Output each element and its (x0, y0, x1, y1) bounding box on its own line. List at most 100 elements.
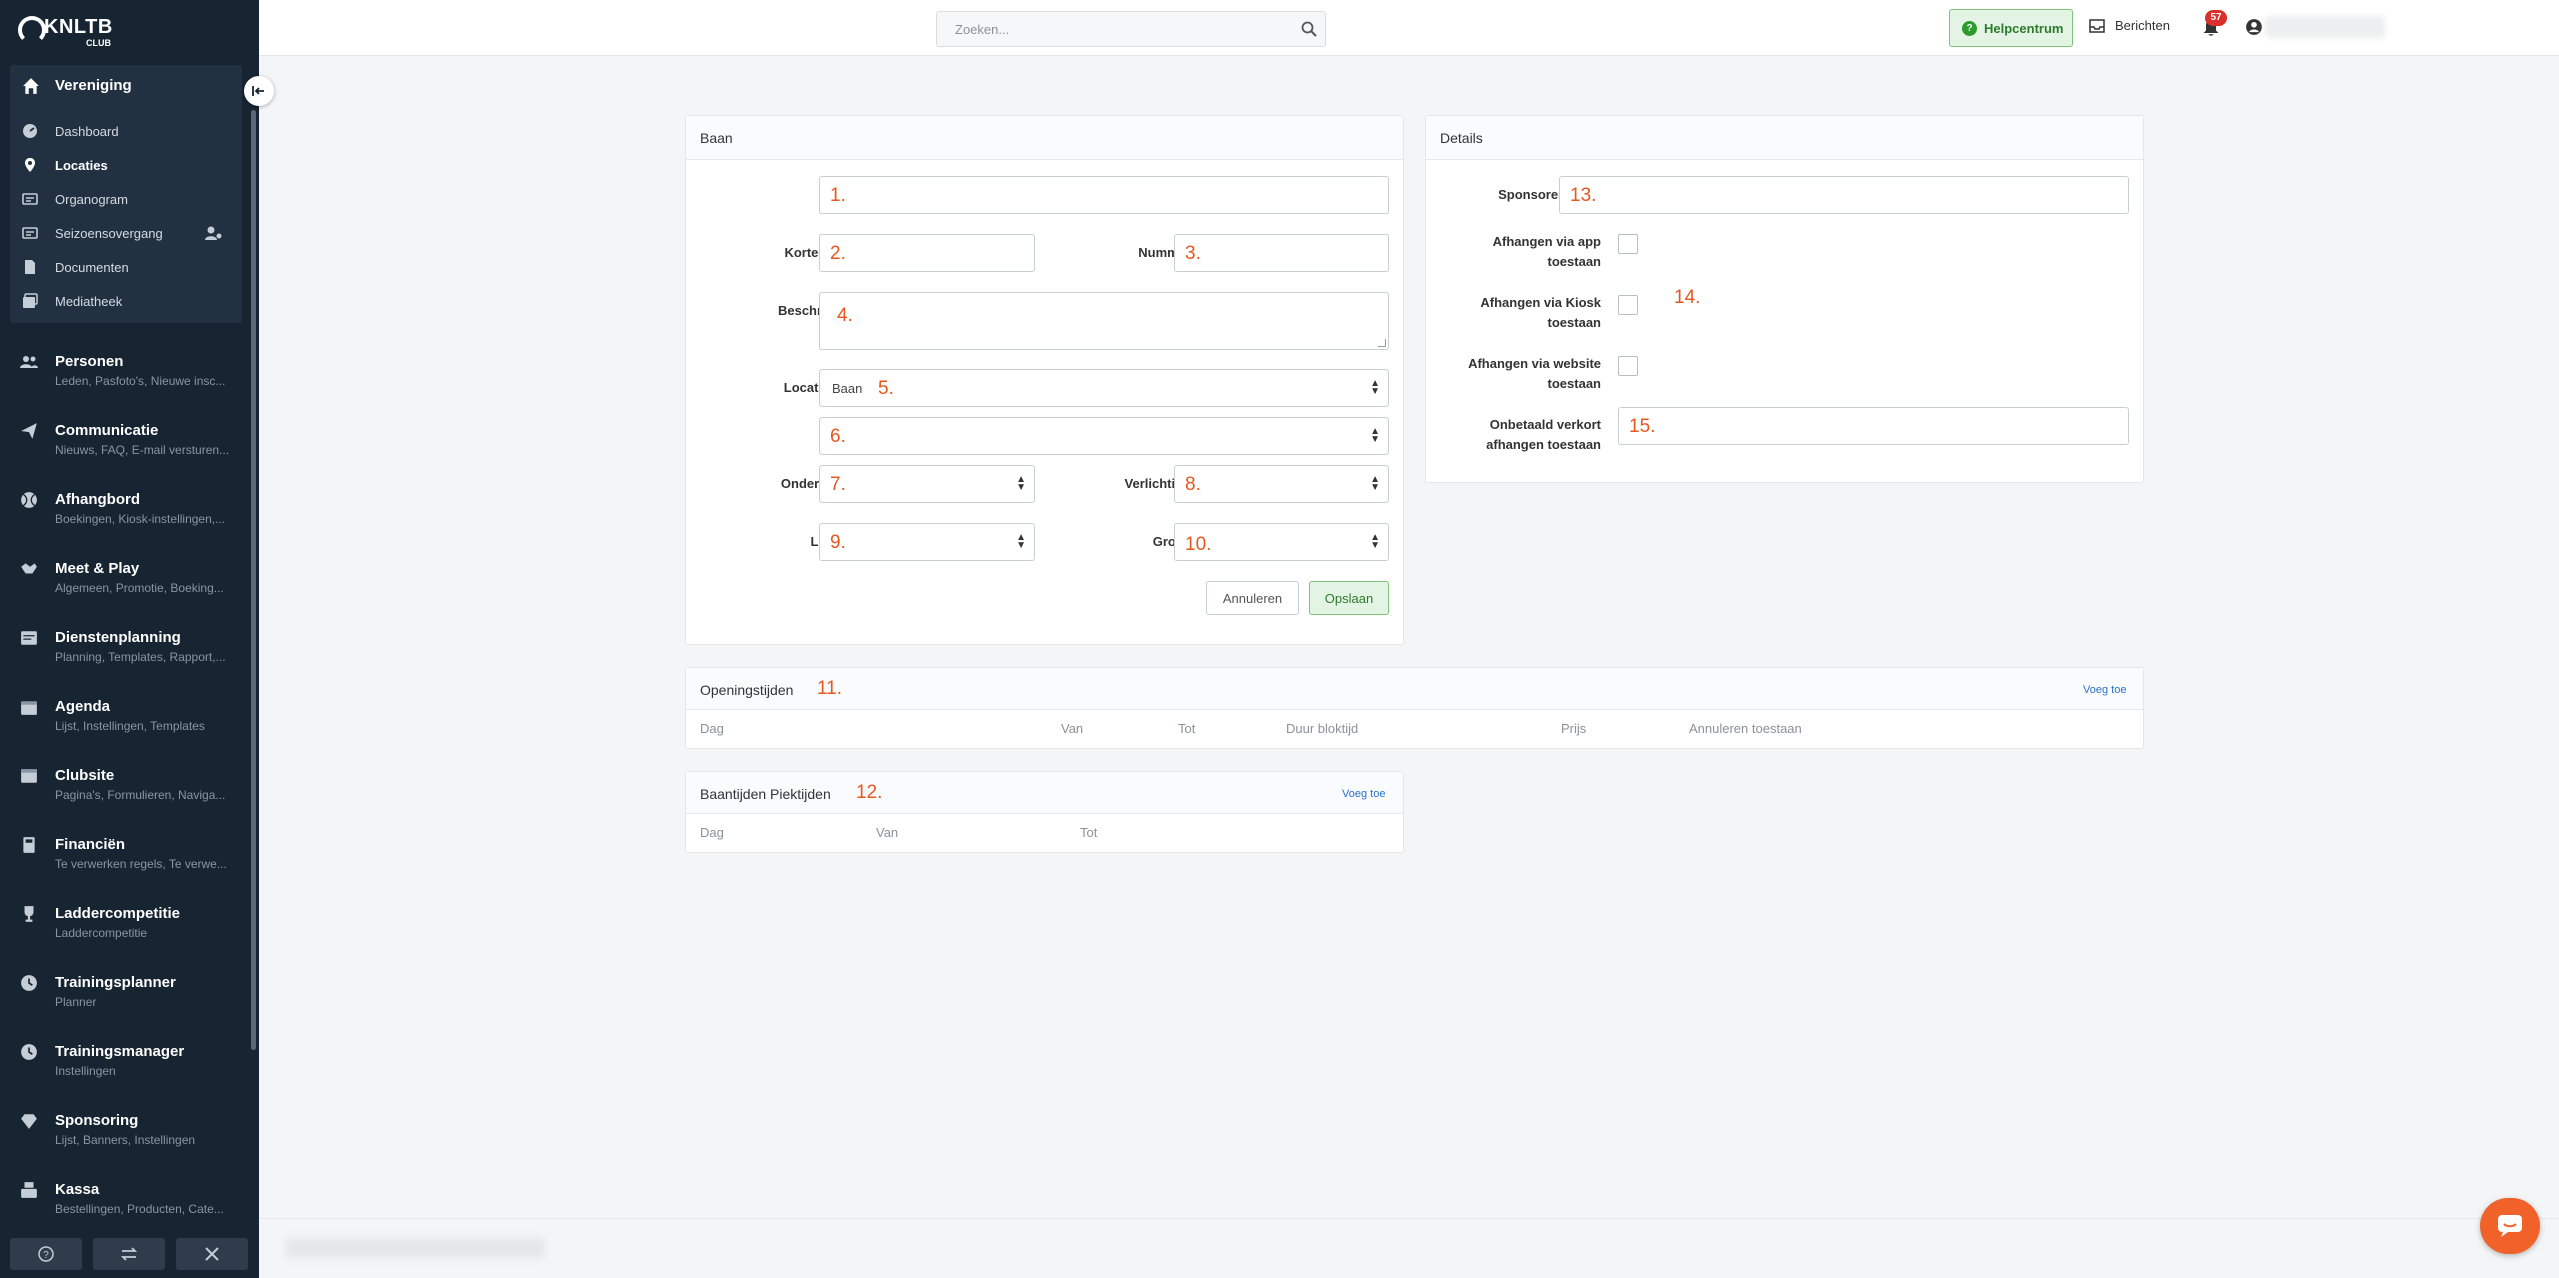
chat-button[interactable] (2480, 1198, 2540, 1254)
sponsoren-label: Sponsoren (1498, 187, 1566, 202)
ondergrond-select[interactable]: 7. ▲ ▼ (819, 465, 1035, 503)
afhangen-website-checkbox[interactable] (1618, 356, 1638, 376)
nummer-value: 3. (1185, 243, 1201, 264)
sidebar-item-desc: Planning, Templates, Rapport,... (55, 650, 226, 664)
sidebar-item-communicatie[interactable]: Communicatie Nieuws, FAQ, E-mail verstur… (0, 412, 242, 472)
afhangen-kiosk-checkbox[interactable] (1618, 295, 1638, 315)
planning-icon (21, 631, 37, 645)
locatie-value: 9. (830, 532, 846, 553)
sidebar-item-label: Dashboard (55, 124, 119, 139)
user-gear-icon[interactable] (204, 225, 222, 241)
onbetaald-label: Onbetaald verkort afhangen toestaan (1486, 417, 1601, 452)
sponsoren-input[interactable]: 13. (1559, 176, 2129, 214)
tools-button[interactable] (176, 1238, 248, 1270)
knltb-logo[interactable]: KNLTB CLUB (18, 12, 138, 48)
verlichting-value: 8. (1185, 474, 1201, 495)
users-icon (20, 356, 38, 368)
search-icon[interactable] (1301, 21, 1317, 37)
sidebar-item-mediatheek[interactable]: Mediatheek (10, 284, 242, 318)
sidebar-bottom-bar: ? (0, 1230, 259, 1278)
user-name-redacted[interactable] (2265, 16, 2385, 38)
sidebar-item-kassa[interactable]: Kassa Bestellingen, Producten, Cate... (0, 1171, 242, 1231)
sidebar-item-desc: Laddercompetitie (55, 926, 148, 940)
piektijden-add-link[interactable]: Voeg toe (1342, 788, 1385, 800)
help-button[interactable]: ? (10, 1238, 82, 1270)
sidebar-item-label: Kassa (55, 1181, 100, 1198)
locatietype-select[interactable]: Baan 5. ▲ ▼ (819, 369, 1389, 407)
column-header-annuleren-toestaan: Annuleren toestaan (1689, 721, 1802, 736)
sidebar-item-trainingsmanager[interactable]: Trainingsmanager Instellingen (0, 1033, 242, 1093)
sidebar-item-label: Documenten (55, 260, 129, 275)
afhangen-app-checkbox[interactable] (1618, 234, 1638, 254)
sidebar-item-organogram[interactable]: Organogram (10, 182, 242, 216)
openingstijden-add-link[interactable]: Voeg toe (2083, 684, 2126, 696)
sidebar-item-clubsite[interactable]: Clubsite Pagina's, Formulieren, Naviga..… (0, 757, 242, 817)
collapse-sidebar-button[interactable] (244, 76, 274, 106)
clock-icon (21, 1044, 37, 1060)
baan-card-title: Baan (700, 130, 733, 146)
column-header-prijs: Prijs (1561, 721, 1587, 736)
beschrijving-textarea[interactable]: 4. (819, 292, 1389, 350)
sidebar-scrollbar[interactable] (251, 110, 256, 1050)
sidebar-item-desc: Instellingen (55, 1064, 116, 1078)
helpcentrum-button[interactable]: ? Helpcentrum (1949, 9, 2073, 47)
sidebar-section-vereniging[interactable]: Vereniging (10, 65, 242, 107)
nummer-input[interactable]: 3. (1174, 234, 1389, 272)
logo-subtext: CLUB (86, 38, 111, 48)
sidebar-item-label: Meet & Play (55, 560, 140, 577)
groep-value: 10. (1185, 534, 1212, 555)
verlichting-select[interactable]: 8. ▲ ▼ (1174, 465, 1389, 503)
sidebar-item-laddercompetitie[interactable]: Laddercompetitie Laddercompetitie (0, 895, 242, 955)
korte-naam-input[interactable]: 2. (819, 234, 1035, 272)
berichten-link[interactable]: Berichten (2089, 18, 2170, 33)
column-header-tot: Tot (1178, 721, 1196, 736)
sidebar-item-seizoensovergang[interactable]: Seizoensovergang (10, 216, 242, 250)
sidebar-item-label: Clubsite (55, 767, 115, 784)
sidebar-item-agenda[interactable]: Agenda Lijst, Instellingen, Templates (0, 688, 242, 748)
search-input[interactable] (937, 12, 1277, 46)
document-icon (25, 260, 35, 274)
sidebar-item-dashboard[interactable]: Dashboard (10, 114, 242, 148)
sidebar-item-personen[interactable]: Personen Leden, Pasfoto's, Nieuwe insc..… (0, 343, 242, 403)
sidebar-item-trainingsplanner[interactable]: Trainingsplanner Planner (0, 964, 242, 1024)
sidebar-item-documenten[interactable]: Documenten (10, 250, 242, 284)
user-icon[interactable] (2245, 18, 2263, 36)
afhangen-kiosk-label: Afhangen via Kiosk toestaan (1480, 295, 1601, 330)
groep-select[interactable]: 10. ▲ ▼ (1174, 523, 1389, 561)
sidebar-item-dienstenplanning[interactable]: Dienstenplanning Planning, Templates, Ra… (0, 619, 242, 679)
register-icon (21, 1182, 37, 1198)
save-button[interactable]: Opslaan (1309, 581, 1389, 615)
home-icon (23, 78, 39, 94)
footer-text-redacted (285, 1238, 545, 1258)
sidebar-item-label: Locaties (55, 158, 108, 173)
cancel-button[interactable]: Annuleren (1206, 581, 1299, 615)
locatietype-selected: Baan (832, 381, 863, 396)
sidebar-item-label: Dienstenplanning (55, 629, 181, 646)
sidebar-item-afhangbord[interactable]: Afhangbord Boekingen, Kiosk-instellingen… (0, 481, 242, 541)
column-header-dag: Dag (700, 825, 724, 840)
naam-value: 1. (830, 185, 846, 206)
map-pin-icon (25, 158, 35, 172)
locatie-select[interactable]: 9. ▲ ▼ (819, 523, 1035, 561)
switch-button[interactable] (93, 1238, 165, 1270)
resize-grip-icon[interactable] (1378, 339, 1386, 347)
details-card-header: Details (1426, 116, 2143, 160)
baan-card: Baan Naam 1. Korte naam 2. Nummer 3. Bes… (685, 115, 1404, 645)
sidebar-item-sponsoring[interactable]: Sponsoring Lijst, Banners, Instellingen (0, 1102, 242, 1162)
swap-arrows-icon (120, 1247, 138, 1261)
details-card: Details Sponsoren 13. Afhangen via app t… (1425, 115, 2144, 483)
tennis-ball-icon (21, 492, 37, 508)
piektijden-card: Baantijden Piektijden 12. Voeg toe Dag V… (685, 771, 1404, 853)
piektijden-title: Baantijden Piektijden (700, 786, 831, 802)
piektijden-header: Baantijden Piektijden 12. Voeg toe (686, 772, 1403, 814)
sidebar-item-desc: Boekingen, Kiosk-instellingen,... (55, 512, 226, 526)
sidebar-item-financien[interactable]: Financiën Te verwerken regels, Te verwe.… (0, 826, 242, 886)
column-header-duur-bloktijd: Duur bloktijd (1286, 721, 1359, 736)
sport-select[interactable]: 6. ▲ ▼ (819, 417, 1389, 455)
sidebar-item-locaties[interactable]: Locaties (10, 148, 242, 182)
sidebar-item-desc: Nieuws, FAQ, E-mail versturen... (55, 443, 230, 457)
onbetaald-input[interactable]: 15. (1618, 407, 2129, 445)
select-arrows-icon: ▲ ▼ (1370, 378, 1380, 397)
sidebar-item-meet-play[interactable]: Meet & Play Algemeen, Promotie, Boeking.… (0, 550, 242, 610)
naam-input[interactable]: 1. (819, 176, 1389, 214)
